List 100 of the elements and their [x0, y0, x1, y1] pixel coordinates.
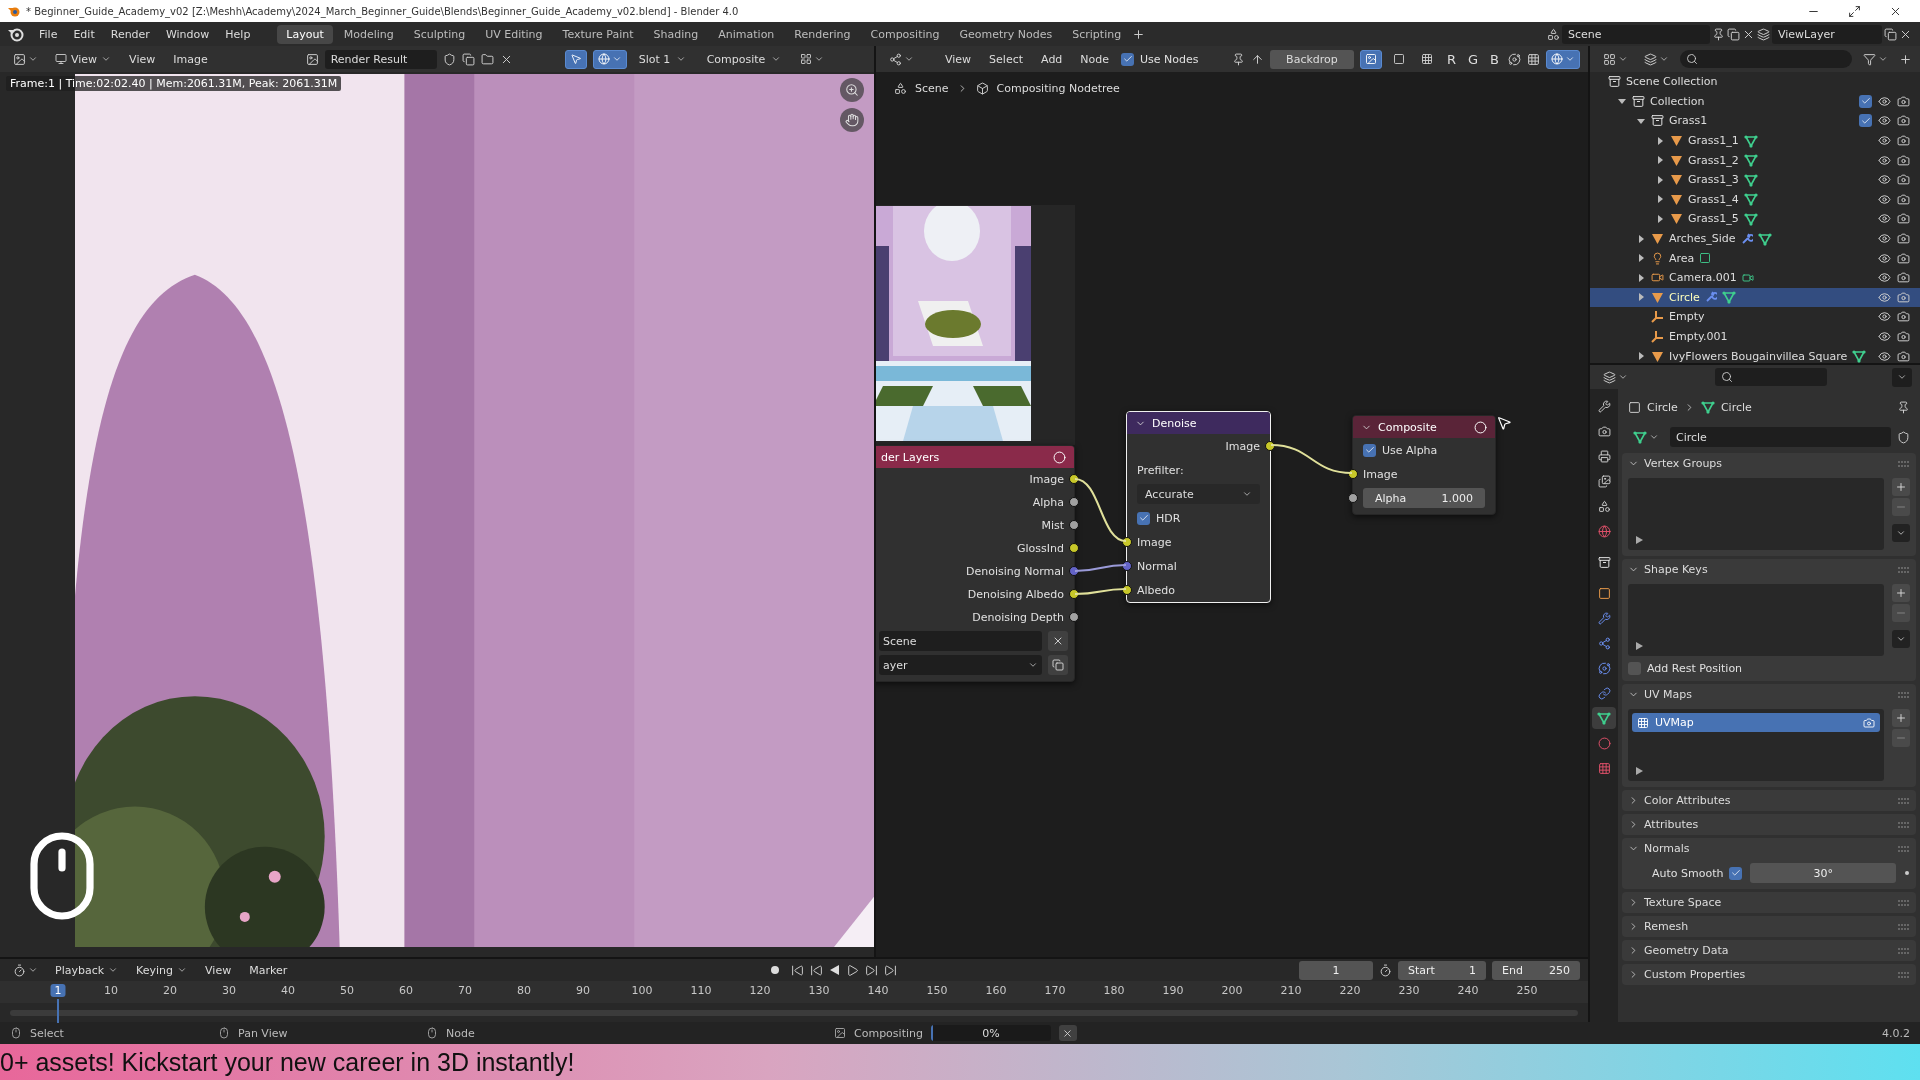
socket-label: Image	[1029, 473, 1064, 486]
outliner-row[interactable]: Grass1_5	[1590, 209, 1920, 229]
panel-header[interactable]: UV Maps	[1622, 684, 1916, 705]
panel-header[interactable]: Texture Space	[1622, 892, 1916, 913]
workspace-tab[interactable]: Scripting	[1063, 24, 1131, 44]
workspace-tab[interactable]: Sculpting	[404, 24, 475, 44]
panel-header[interactable]: Remesh	[1622, 916, 1916, 937]
outliner-item-name: Grass1_5	[1688, 212, 1739, 226]
workspace-tab[interactable]: UV Editing	[476, 24, 552, 44]
workspace-tab[interactable]: Animation	[709, 24, 784, 44]
view-layer-selector[interactable]: ViewLayer	[1772, 24, 1882, 44]
panel-header[interactable]: Attributes	[1622, 814, 1916, 835]
slot-selector[interactable]: Slot 1	[632, 49, 695, 69]
outliner-row[interactable]: Arches_Side	[1590, 228, 1920, 249]
panel-header[interactable]: Geometry Data	[1622, 940, 1916, 961]
outliner-row[interactable]: Collection	[1590, 91, 1920, 112]
channel-button[interactable]: B	[1487, 49, 1502, 69]
frame-number: 110	[689, 984, 713, 997]
workspace-tab[interactable]: Modeling	[334, 24, 403, 44]
menu-item[interactable]: Add	[1035, 49, 1069, 69]
menu-item[interactable]: View	[199, 960, 238, 980]
view-menu[interactable]: View	[49, 49, 118, 69]
menu-item[interactable]: Render	[103, 24, 157, 44]
channel-button[interactable]: R	[1443, 49, 1459, 69]
workspace-tab[interactable]: Compositing	[861, 24, 949, 44]
frame-number: 120	[748, 984, 772, 997]
list-box[interactable]: UVMap	[1628, 709, 1884, 781]
banner-text: 0+ assets! Kickstart your new career in 3D instantly!	[0, 1047, 575, 1077]
outliner-row[interactable]: Grass1_3	[1590, 169, 1920, 190]
outliner-row[interactable]: Camera.001	[1590, 267, 1920, 288]
list-item[interactable]: UVMap	[1632, 713, 1880, 732]
outliner-item-name: IvyFlowers Bougainvillea Square	[1669, 349, 1848, 363]
workspace-tab[interactable]: Rendering	[785, 24, 860, 44]
socket-label: Denoising Albedo	[967, 588, 1064, 601]
panel-header[interactable]: Color Attributes	[1622, 790, 1916, 811]
use-nodes-checkbox[interactable]: Use Nodes	[1121, 52, 1199, 66]
add-rest-position-checkbox[interactable]: Add Rest Position	[1628, 662, 1910, 675]
outliner-item-name: Area	[1669, 251, 1695, 265]
frame-number: 240	[1456, 984, 1480, 997]
outliner-row[interactable]: IvyFlowers Bougainvillea Square	[1590, 346, 1920, 366]
menu-item[interactable]: Select	[983, 49, 1030, 69]
layer-selector[interactable]: Composite	[700, 49, 789, 69]
menu-item[interactable]: Keying	[130, 960, 194, 980]
menu-item[interactable]: View	[939, 49, 978, 69]
panel-header[interactable]: Shape Keys	[1622, 559, 1916, 580]
menu-item[interactable]: Node	[1074, 49, 1116, 69]
image-selector[interactable]: Render Result	[324, 49, 437, 69]
channel-button[interactable]: G	[1465, 49, 1482, 69]
frame-number: 180	[1102, 984, 1126, 997]
start-frame-field[interactable]: Start 1	[1398, 960, 1486, 980]
outliner-row[interactable]: Grass1_1	[1590, 130, 1920, 151]
panel-header[interactable]: Custom Properties	[1622, 964, 1916, 985]
node-title: Composite	[1378, 420, 1437, 434]
workspace-tab[interactable]: Texture Paint	[553, 24, 643, 44]
menu-item[interactable]: Window	[158, 24, 217, 44]
socket-label: Mist	[1041, 519, 1064, 532]
outliner-row[interactable]: Empty.001	[1590, 326, 1920, 347]
panel-header[interactable]: Normals	[1622, 838, 1916, 859]
workspace-tab[interactable]: Geometry Nodes	[950, 24, 1062, 44]
outliner-row[interactable]: Grass1_2	[1590, 150, 1920, 170]
status-hint: Pan View	[238, 1026, 288, 1040]
outliner-row[interactable]: Circle	[1590, 287, 1920, 308]
menu-item[interactable]: Marker	[243, 960, 294, 980]
node-title: Denoise	[1152, 416, 1197, 430]
menu-item[interactable]: Image	[167, 49, 214, 69]
hdr-checkbox[interactable]: HDR	[1137, 511, 1181, 525]
scene-field[interactable]: Scene	[879, 631, 1042, 651]
menu-item[interactable]: Playback	[49, 960, 125, 980]
use-alpha-checkbox[interactable]: Use Alpha	[1363, 443, 1438, 457]
outliner-row[interactable]: Area	[1590, 248, 1920, 268]
window-title: * Beginner_Guide_Academy_v02 [Z:\Meshh\Academy\2024_March_Beginner_Guide\Blends\Beginner_Guide_Academy_v02.blend] - Blender 4.0	[26, 5, 739, 17]
alpha-field[interactable]: Alpha 1.000	[1363, 488, 1485, 508]
workspace-tab[interactable]: Layout	[277, 24, 333, 44]
layer-dropdown[interactable]: ayer	[879, 655, 1042, 675]
outliner-row[interactable]: Empty	[1590, 307, 1920, 327]
outliner-item-name: Grass1_3	[1688, 173, 1739, 187]
outliner-row[interactable]: Grass1_4	[1590, 189, 1920, 210]
outliner-item-name: Collection	[1650, 94, 1705, 108]
data-name-field[interactable]: Circle	[1670, 427, 1891, 447]
frame-number: 100	[630, 984, 654, 997]
outliner-row[interactable]: Grass1	[1590, 111, 1920, 131]
menu-item[interactable]: File	[32, 24, 65, 44]
current-frame-field[interactable]: 1	[1299, 960, 1373, 980]
menu-item[interactable]: Help	[218, 24, 258, 44]
prefilter-dropdown[interactable]: Accurate	[1137, 484, 1260, 504]
frame-number: 30	[221, 984, 237, 997]
end-frame-field[interactable]: End 250	[1492, 960, 1580, 980]
angle-field[interactable]: 30°	[1750, 863, 1896, 883]
menu-item[interactable]: Edit	[66, 24, 102, 44]
backdrop-button[interactable]: Backdrop	[1269, 49, 1354, 69]
socket-label: Image	[1137, 535, 1172, 549]
auto-smooth-checkbox[interactable]: Auto Smooth	[1652, 866, 1743, 880]
socket-label: Image	[1225, 439, 1260, 453]
frame-number: 70	[457, 984, 473, 997]
menu-item[interactable]: View	[123, 49, 162, 69]
workspace-tab[interactable]: Shading	[644, 24, 708, 44]
scene-selector[interactable]: Scene	[1562, 24, 1710, 44]
frame-number: 20	[162, 984, 178, 997]
outliner-item-name: Grass1_2	[1688, 153, 1739, 167]
panel-header[interactable]: Vertex Groups	[1622, 453, 1916, 474]
